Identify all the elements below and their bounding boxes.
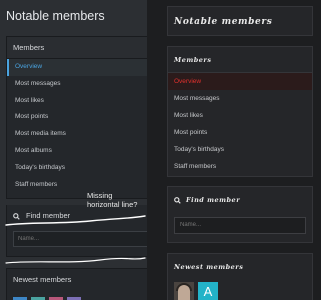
page-title: Notable members <box>6 9 105 23</box>
find-member-label: Find member <box>26 211 71 220</box>
avatar-row: A <box>168 282 312 300</box>
right-theme-panel: Notable members Members Overview Most me… <box>147 0 321 300</box>
nav-item-most-messages[interactable]: Most messages <box>168 90 312 107</box>
annotation-line-2: horizontal line? <box>87 200 138 209</box>
members-heading: Members <box>168 47 312 73</box>
members-block: Members Overview Most messages Most like… <box>167 46 313 177</box>
nav-item-overview[interactable]: Overview <box>7 59 147 76</box>
nav-item-most-albums[interactable]: Most albums <box>7 143 147 160</box>
nav-item-todays-birthdays[interactable]: Today's birthdays <box>168 141 312 158</box>
nav-item-most-points[interactable]: Most points <box>7 109 147 126</box>
find-member-block: Find member <box>6 205 147 257</box>
annotation-note: Missing horizontal line? <box>87 191 137 209</box>
search-icon <box>13 212 20 220</box>
title-box: Notable members <box>167 6 313 36</box>
avatar[interactable]: A <box>198 282 218 300</box>
nav-item-staff-members[interactable]: Staff members <box>168 158 312 175</box>
newest-members-heading: Newest members <box>13 275 72 284</box>
name-search-input[interactable] <box>13 231 147 247</box>
left-theme-panel: Notable members Members Overview Most me… <box>0 0 147 300</box>
nav-item-overview[interactable]: Overview <box>168 73 312 90</box>
find-member-block: Find member <box>167 186 313 243</box>
nav-item-most-likes[interactable]: Most likes <box>7 93 147 110</box>
avatar-face <box>178 285 190 300</box>
nav-item-most-media-items[interactable]: Most media items <box>7 126 147 143</box>
avatar-letter: A <box>203 284 213 299</box>
newest-members-block: Newest members A <box>167 253 313 300</box>
nav-item-todays-birthdays[interactable]: Today's birthdays <box>7 160 147 177</box>
page-title: Notable members <box>174 17 273 27</box>
search-icon <box>174 196 181 204</box>
find-member-heading: Find member <box>168 187 312 213</box>
nav-item-most-likes[interactable]: Most likes <box>168 107 312 124</box>
members-heading: Members <box>7 37 147 59</box>
avatar[interactable] <box>174 282 194 300</box>
name-search-input[interactable] <box>174 216 306 234</box>
newest-members-block: Newest members <box>6 268 147 300</box>
find-member-label: Find member <box>186 196 241 204</box>
nav-item-most-points[interactable]: Most points <box>168 124 312 141</box>
newest-members-heading: Newest members <box>174 263 244 271</box>
members-block: Members Overview Most messages Most like… <box>6 36 147 199</box>
annotation-line-1: Missing <box>87 191 113 200</box>
nav-item-most-messages[interactable]: Most messages <box>7 76 147 93</box>
